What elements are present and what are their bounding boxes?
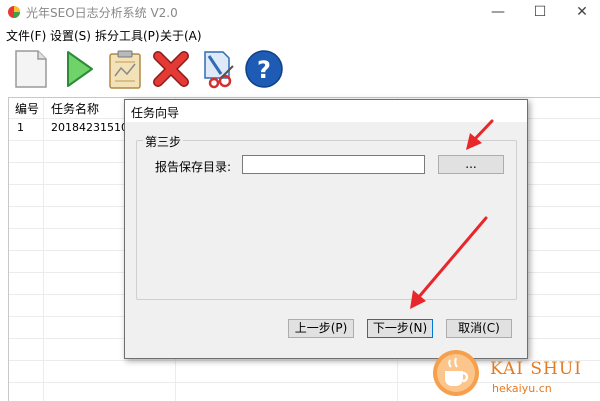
window-title: 光年SEO日志分析系统 V2.0 bbox=[26, 6, 178, 20]
menu-bar: 文件(F) 设置(S) 拆分工具(P) 关于(A) bbox=[0, 24, 600, 44]
column-header-id[interactable]: 编号 bbox=[15, 100, 39, 117]
watermark-domain: hekaiyu.cn bbox=[492, 382, 552, 395]
column-header-task-name[interactable]: 任务名称 bbox=[51, 100, 99, 117]
menu-split-tools[interactable]: 拆分工具(P) bbox=[95, 27, 160, 44]
watermark-brand: KAI SHUI bbox=[490, 359, 582, 379]
next-step-button[interactable]: 下一步(N) bbox=[367, 319, 433, 338]
dialog-titlebar: 任务向导 bbox=[125, 100, 527, 122]
dialog-title: 任务向导 bbox=[131, 106, 180, 120]
minimize-button[interactable]: — bbox=[478, 2, 518, 22]
play-icon[interactable] bbox=[58, 48, 100, 90]
maximize-button[interactable]: ☐ bbox=[520, 2, 560, 22]
close-button[interactable]: ✕ bbox=[562, 2, 600, 22]
step-title: 第三步 bbox=[143, 133, 184, 150]
app-logo-icon bbox=[8, 6, 20, 18]
cell-id[interactable]: 1 bbox=[17, 121, 24, 134]
watermark-cup-logo bbox=[433, 350, 479, 396]
toolbar: ? bbox=[0, 44, 600, 96]
browse-button[interactable]: ... bbox=[438, 155, 504, 174]
svg-text:?: ? bbox=[257, 56, 271, 84]
help-icon[interactable]: ? bbox=[243, 48, 285, 90]
save-directory-input[interactable] bbox=[242, 155, 425, 174]
cancel-button[interactable]: 取消(C) bbox=[446, 319, 512, 338]
menu-settings[interactable]: 设置(S) bbox=[50, 27, 91, 44]
task-wizard-dialog: 任务向导 第三步 报告保存目录: ... 上一步(P) 下一步(N) 取消(C) bbox=[124, 99, 528, 359]
menu-file[interactable]: 文件(F) bbox=[6, 27, 46, 44]
previous-step-button[interactable]: 上一步(P) bbox=[288, 319, 354, 338]
delete-icon[interactable] bbox=[150, 48, 192, 90]
clipboard-report-icon[interactable] bbox=[104, 48, 146, 90]
window-titlebar: 光年SEO日志分析系统 V2.0 — ☐ ✕ bbox=[0, 0, 600, 24]
menu-about[interactable]: 关于(A) bbox=[160, 27, 202, 44]
new-file-icon[interactable] bbox=[10, 48, 52, 90]
save-directory-label: 报告保存目录: bbox=[155, 160, 232, 174]
split-scissors-icon[interactable] bbox=[197, 48, 239, 90]
